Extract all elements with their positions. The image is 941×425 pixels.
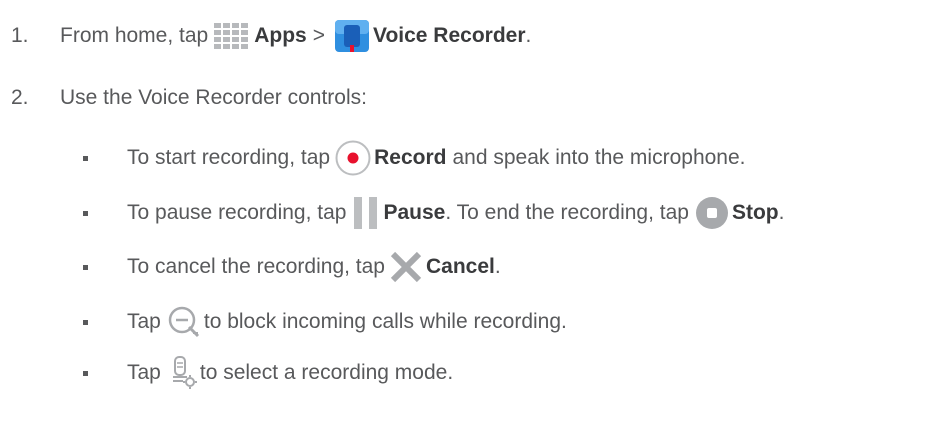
- bullet-text-mid: . To end the recording, tap: [445, 201, 689, 224]
- pause-icon: [352, 195, 380, 231]
- bullet-marker: [83, 265, 88, 270]
- bullet-text-end: .: [778, 201, 785, 224]
- bullet-text: To pause recording, tap: [127, 201, 347, 224]
- step-text: From home, tap: [60, 24, 209, 47]
- bullet-text: Tap: [127, 361, 161, 384]
- separator: >: [312, 24, 325, 47]
- voice-recorder-label: Voice Recorder: [373, 24, 526, 47]
- bullet-text: To start recording, tap: [127, 146, 331, 169]
- bullet-text: To cancel the recording, tap: [127, 255, 385, 278]
- bullet-text-end: to select a recording mode.: [199, 361, 454, 384]
- recording-mode-icon: [167, 355, 197, 391]
- step-number: 2.: [11, 86, 29, 109]
- cancel-x-icon: [389, 250, 423, 284]
- pause-label: Pause: [383, 201, 446, 224]
- voice-recorder-app-icon: [334, 19, 370, 53]
- bullet-text-end: to block incoming calls while recording.: [203, 310, 567, 333]
- apps-grid-icon: [213, 21, 251, 51]
- bullet-marker: [83, 156, 88, 161]
- apps-label: Apps: [254, 24, 307, 47]
- step-text-end: .: [525, 24, 532, 47]
- stop-icon: [695, 196, 729, 230]
- step-number: 1.: [11, 24, 29, 47]
- block-calls-icon: [167, 305, 201, 339]
- bullet-marker: [83, 371, 88, 376]
- record-icon: [335, 140, 371, 176]
- bullet-text-end: and speak into the microphone.: [452, 146, 746, 169]
- stop-label: Stop: [731, 201, 779, 224]
- bullet-marker: [83, 211, 88, 216]
- cancel-label: Cancel: [426, 255, 495, 278]
- record-label: Record: [374, 146, 447, 169]
- bullet-text: Tap: [127, 310, 161, 333]
- step-text: Use the Voice Recorder controls:: [60, 86, 367, 109]
- bullet-marker: [83, 320, 88, 325]
- bullet-text-end: .: [494, 255, 501, 278]
